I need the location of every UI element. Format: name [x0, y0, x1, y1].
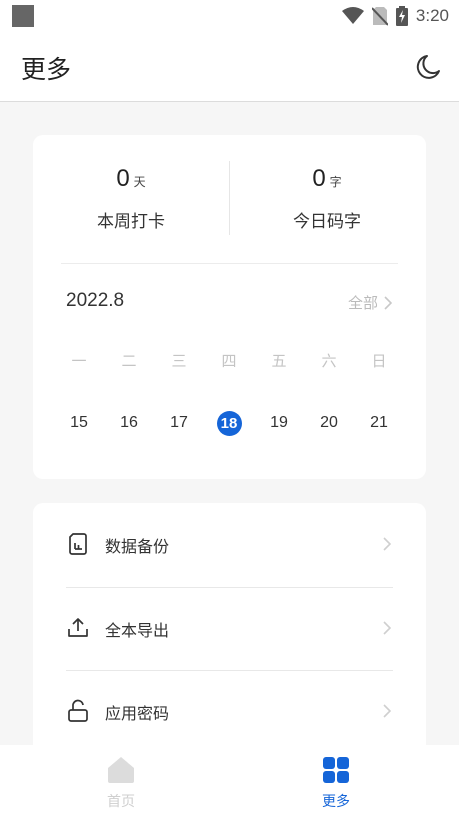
weekday-tue: 二	[121, 352, 137, 370]
grid-icon	[323, 757, 349, 783]
today-marker: 18	[216, 411, 242, 436]
weekday-fri: 五	[271, 352, 287, 370]
menu-item-password[interactable]: 应用密码	[33, 670, 426, 753]
nav-home-label: 首页	[107, 794, 135, 810]
bottom-nav: 首页 更多	[0, 745, 459, 816]
calendar-all-label: 全部	[347, 294, 378, 312]
week-checkin-unit: 天	[133, 175, 146, 189]
chevron-right-icon	[383, 621, 392, 635]
chevron-right-icon	[383, 704, 392, 718]
upload-icon	[68, 618, 88, 637]
menu-item-backup[interactable]: 数据备份	[33, 503, 426, 586]
weekday-wed: 三	[171, 352, 187, 370]
weekday-mon: 一	[71, 352, 87, 370]
menu-item-label: 应用密码	[105, 704, 170, 723]
no-sim-icon	[371, 7, 388, 26]
chevron-right-icon	[383, 537, 392, 551]
notification-square-icon	[12, 5, 34, 27]
week-checkin-stat: 0天 本周打卡	[33, 165, 229, 232]
date-cell[interactable]: 20	[304, 411, 354, 435]
today-words-label: 今日码字	[293, 212, 361, 232]
weekday-sun: 日	[371, 352, 387, 370]
battery-charging-icon	[395, 6, 408, 26]
menu-item-export[interactable]: 全本导出	[33, 587, 426, 670]
weekday-thu: 四	[221, 352, 237, 370]
menu-item-label: 全本导出	[105, 621, 170, 640]
date-cell[interactable]: 16	[104, 411, 154, 435]
wifi-icon	[341, 7, 364, 24]
nav-home[interactable]: 首页	[71, 755, 171, 811]
weekday-row: 一 二 三 四 五 六 日	[54, 350, 404, 371]
weekday-sat: 六	[321, 352, 337, 370]
week-checkin-value: 0	[116, 165, 130, 192]
divider	[61, 263, 398, 264]
nav-more[interactable]: 更多	[286, 755, 386, 811]
date-cell[interactable]: 15	[54, 411, 104, 435]
date-cell[interactable]: 17	[154, 411, 204, 435]
status-icons: 3:20	[341, 6, 449, 26]
date-cell[interactable]: 19	[254, 411, 304, 435]
home-icon	[108, 757, 134, 783]
moon-icon[interactable]	[413, 52, 443, 82]
today-words-stat: 0字 今日码字	[229, 165, 425, 232]
unlock-icon	[68, 699, 88, 722]
calendar-all-link[interactable]: 全部	[348, 292, 392, 313]
sd-card-icon	[69, 533, 87, 555]
status-time: 3:20	[415, 6, 449, 25]
date-row: 15 16 17 18 19 20 21	[54, 411, 404, 436]
calendar-month: 2022.8	[66, 290, 125, 311]
today-words-unit: 字	[329, 175, 342, 189]
menu-card: 数据备份 全本导出 应用密码	[33, 503, 426, 763]
stats-card: 0天 本周打卡 0字 今日码字 2022.8 全部 一 二 三 四 五 六 日 …	[33, 135, 426, 479]
menu-item-label: 数据备份	[105, 537, 170, 556]
nav-more-label: 更多	[322, 794, 350, 810]
today-words-value: 0	[312, 165, 326, 192]
week-checkin-label: 本周打卡	[97, 212, 165, 232]
app-bar: 更多	[0, 32, 459, 102]
page-title: 更多	[21, 55, 72, 84]
status-bar: 3:20	[0, 0, 459, 32]
date-cell-today[interactable]: 18	[204, 411, 254, 436]
chevron-right-icon	[384, 295, 392, 310]
date-cell[interactable]: 21	[354, 411, 404, 435]
